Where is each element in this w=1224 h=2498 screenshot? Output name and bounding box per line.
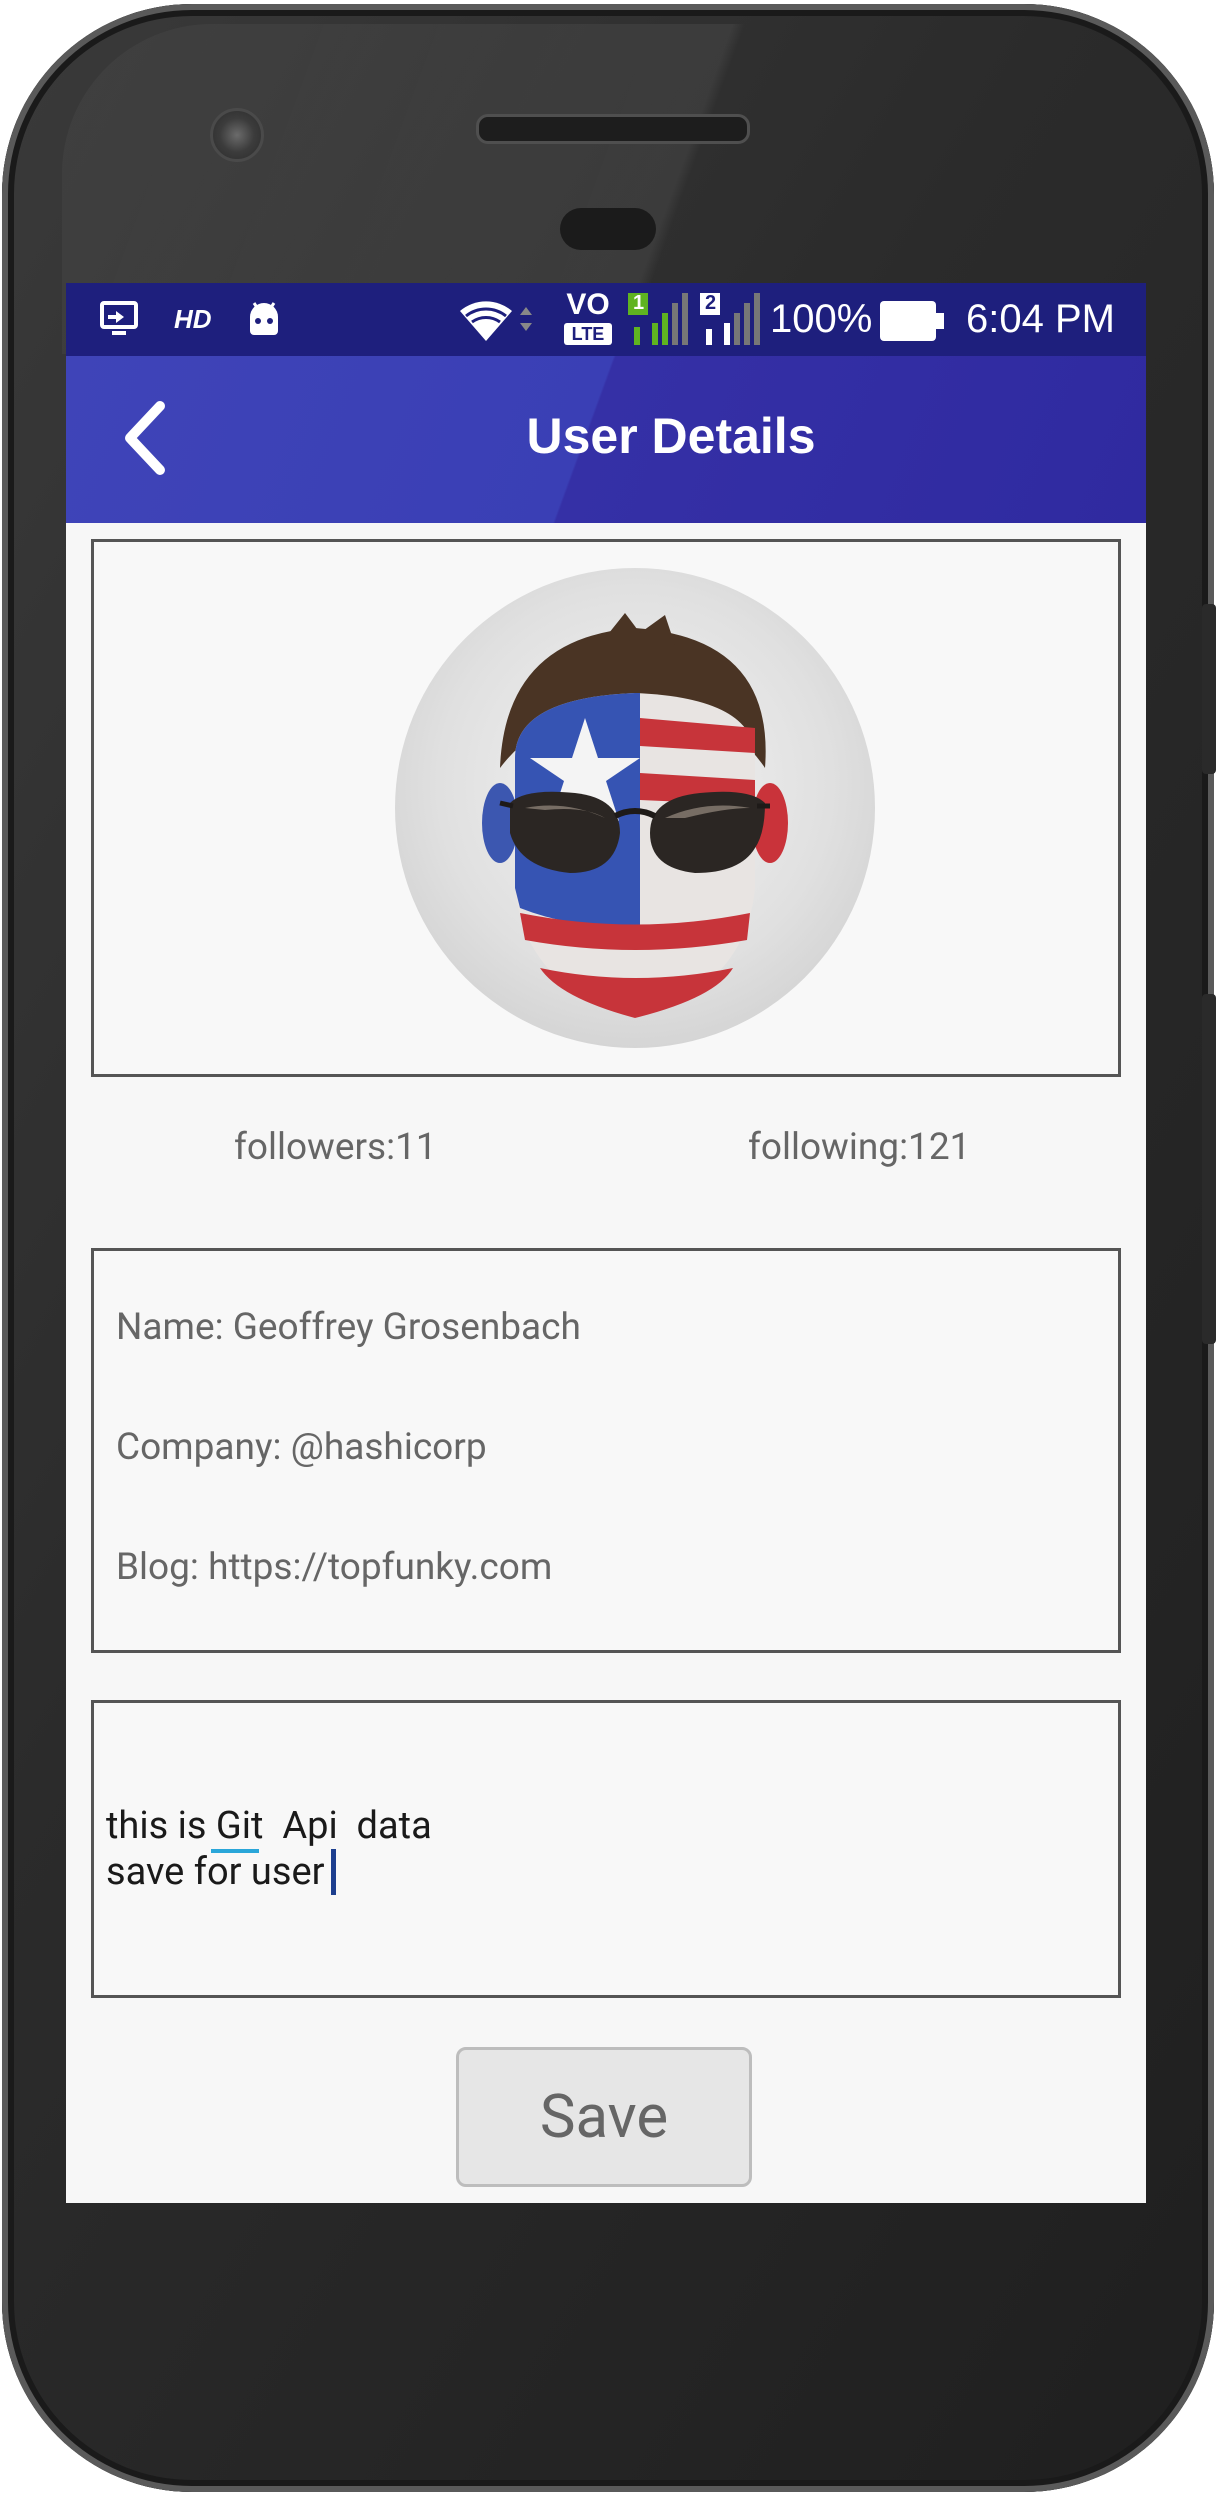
text-caret [330, 1849, 336, 1895]
spellcheck-underline [211, 1849, 259, 1853]
hd-icon: HD [174, 304, 212, 334]
power-button [1202, 604, 1216, 774]
status-bar: HD VO LTE 1 2 100% 6:04 PM [66, 283, 1146, 356]
sim1-number: 1 [633, 292, 645, 314]
user-name: Name: Geoffrey Grosenbach [116, 1306, 581, 1349]
avatar-card [91, 539, 1121, 1077]
wifi-icon [460, 301, 532, 341]
save-button[interactable]: Save [456, 2047, 752, 2187]
volte-icon: VO LTE [562, 289, 614, 353]
followers-count: followers:11 [234, 1126, 437, 1169]
note-input[interactable]: this is Git Api data save for user [91, 1700, 1121, 1998]
lte-label: LTE [564, 323, 612, 345]
avatar-face-illustration [482, 613, 788, 1018]
sim2-number: 2 [705, 292, 717, 314]
app-screen: HD VO LTE 1 2 100% 6:04 PM User Details … [66, 283, 1146, 2203]
page-title: User Details [526, 408, 816, 464]
user-company: Company: @hashicorp [116, 1426, 487, 1469]
volte-label: VO [566, 288, 610, 321]
avatar [395, 568, 875, 1048]
note-text: this is Git Api data save for user [106, 1803, 432, 1895]
battery-percent: 100% [770, 297, 873, 341]
cast-icon [100, 301, 138, 335]
user-info-card: Name: Geoffrey Grosenbach Company: @hash… [91, 1248, 1121, 1653]
status-time: 6:04 PM [966, 297, 1115, 341]
earpiece-speaker [476, 114, 750, 144]
android-debug-icon [250, 302, 278, 335]
front-camera [210, 108, 264, 162]
following-count: following:121 [748, 1126, 971, 1169]
note-line-1: this is Git Api data [106, 1804, 432, 1848]
volume-button [1202, 994, 1216, 1344]
app-bar: User Details [66, 356, 1146, 523]
battery-icon [880, 301, 944, 341]
proximity-sensor [560, 208, 656, 250]
user-blog: Blog: https://topfunky.com [116, 1546, 553, 1589]
note-line-2: save for user [106, 1850, 325, 1894]
